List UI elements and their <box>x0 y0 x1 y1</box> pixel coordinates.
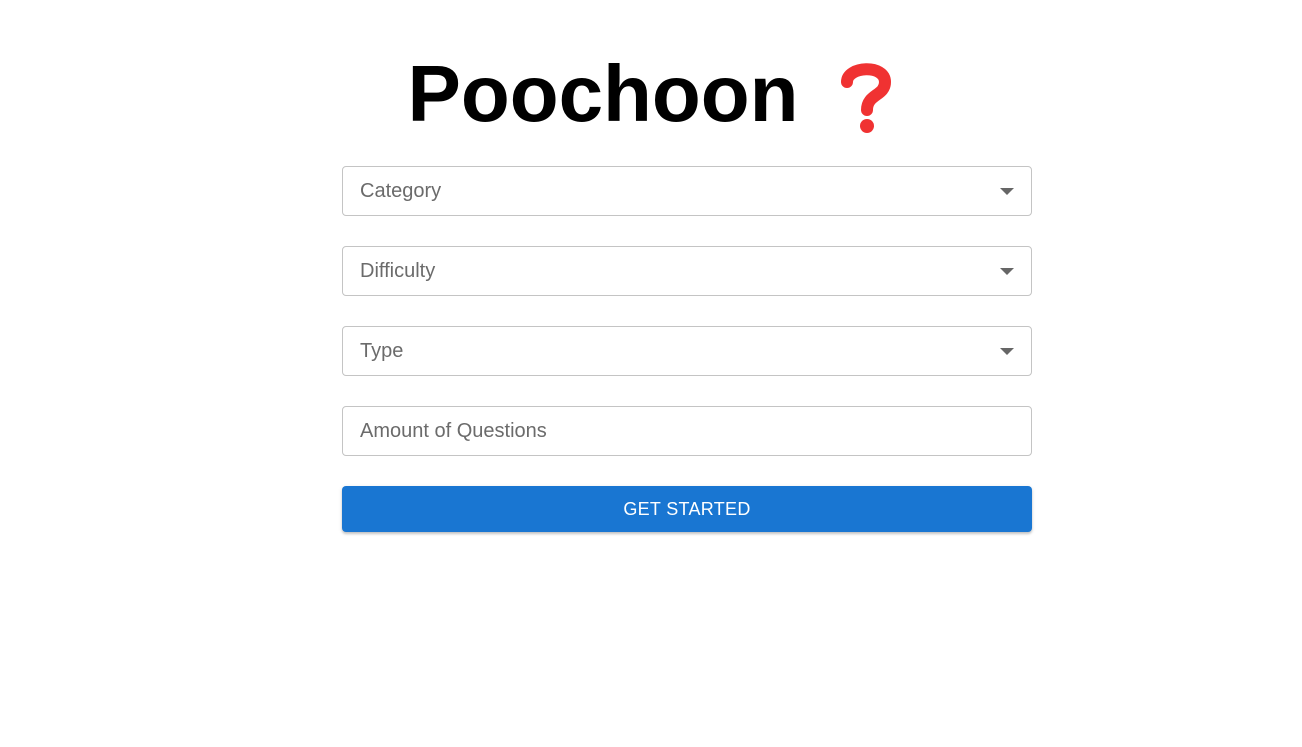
chevron-down-icon <box>1000 188 1014 195</box>
page-title: Poochoon <box>407 49 799 138</box>
chevron-down-icon <box>1000 268 1014 275</box>
quiz-options-form: Category Difficulty Type GET STARTED <box>342 166 1032 532</box>
chevron-down-icon <box>1000 348 1014 355</box>
type-select-label: Type <box>360 340 404 362</box>
category-select-label: Category <box>360 180 442 202</box>
type-select[interactable]: Type <box>342 326 1032 376</box>
red-question-mark-icon <box>837 58 895 134</box>
category-select[interactable]: Category <box>342 166 1032 216</box>
quiz-setup-page: Poochoon Category Difficulty Type GET ST… <box>0 0 1302 747</box>
amount-of-questions-field[interactable] <box>342 406 1032 456</box>
difficulty-select[interactable]: Difficulty <box>342 246 1032 296</box>
question-mark-curve <box>840 63 891 116</box>
get-started-button[interactable]: GET STARTED <box>342 486 1032 532</box>
header: Poochoon <box>0 44 1302 144</box>
difficulty-select-label: Difficulty <box>360 260 436 282</box>
amount-of-questions-input[interactable] <box>343 407 1031 455</box>
question-mark-dot <box>859 119 874 133</box>
